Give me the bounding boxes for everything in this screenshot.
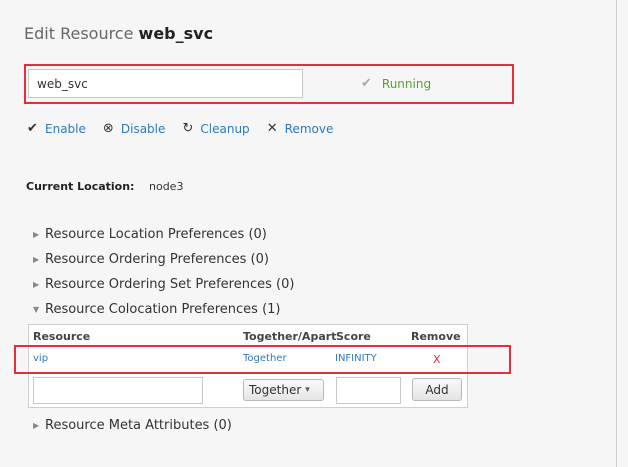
close-icon: ✕ <box>266 121 278 136</box>
add-button[interactable]: Add <box>412 378 462 401</box>
row-score-value: INFINITY <box>335 353 377 364</box>
chevron-down-icon: ▾ <box>305 385 310 395</box>
enable-button[interactable]: ✔ Enable <box>26 121 86 136</box>
enable-label: Enable <box>45 121 86 136</box>
collapsed-arrow-icon: ▶ <box>33 421 40 430</box>
together-apart-selected: Together <box>249 383 302 397</box>
location-preferences-label: Resource Location Preferences (0) <box>45 227 267 242</box>
page-title-resource-name: web_svc <box>138 24 214 43</box>
page-right-border <box>616 0 617 467</box>
status-label: Running <box>381 76 432 91</box>
page-title: Edit Resource web_svc <box>24 24 213 43</box>
colocation-preferences-toggle[interactable]: ▼ Resource Colocation Preferences (1) <box>33 302 281 317</box>
cleanup-button[interactable]: ↻ Cleanup <box>181 121 249 136</box>
resource-name-input[interactable] <box>28 69 303 98</box>
ordering-set-preferences-label: Resource Ordering Set Preferences (0) <box>45 277 295 292</box>
score-input[interactable] <box>336 377 401 404</box>
ordering-preferences-toggle[interactable]: ▶ Resource Ordering Preferences (0) <box>33 252 269 267</box>
action-bar: ✔ Enable ⊗ Disable ↻ Cleanup ✕ Remove <box>26 121 333 136</box>
row-resource-link[interactable]: vip <box>33 353 48 364</box>
collapsed-arrow-icon: ▶ <box>33 280 40 289</box>
new-resource-input[interactable] <box>33 377 203 404</box>
meta-attributes-label: Resource Meta Attributes (0) <box>45 418 232 433</box>
expanded-arrow-icon: ▼ <box>33 305 40 314</box>
remove-label: Remove <box>284 121 334 136</box>
column-header-together: Together/Apart <box>243 330 337 343</box>
cleanup-label: Cleanup <box>200 121 250 136</box>
row-together-value: Together <box>243 353 287 364</box>
column-header-resource: Resource <box>33 330 91 343</box>
collapsed-arrow-icon: ▶ <box>33 255 40 264</box>
collapsed-arrow-icon: ▶ <box>33 230 40 239</box>
refresh-icon: ↻ <box>182 121 194 136</box>
disable-label: Disable <box>120 121 166 136</box>
ordering-preferences-label: Resource Ordering Preferences (0) <box>45 252 269 267</box>
disable-button[interactable]: ⊗ Disable <box>102 121 166 136</box>
meta-attributes-toggle[interactable]: ▶ Resource Meta Attributes (0) <box>33 418 232 433</box>
together-apart-select[interactable]: Together ▾ <box>243 379 324 401</box>
colocation-preferences-label: Resource Colocation Preferences (1) <box>45 302 281 317</box>
column-header-remove: Remove <box>411 330 461 343</box>
current-location-label: Current Location: <box>26 180 135 193</box>
location-preferences-toggle[interactable]: ▶ Resource Location Preferences (0) <box>33 227 267 242</box>
remove-button[interactable]: ✕ Remove <box>266 121 334 136</box>
page-title-prefix: Edit Resource <box>24 24 134 43</box>
check-icon: ✔ <box>361 76 372 91</box>
disable-icon: ⊗ <box>102 121 114 136</box>
resource-status: ✔ Running <box>361 76 431 91</box>
check-icon: ✔ <box>27 121 38 136</box>
current-location-value: node3 <box>149 180 184 193</box>
row-remove-button[interactable]: X <box>433 353 441 366</box>
ordering-set-preferences-toggle[interactable]: ▶ Resource Ordering Set Preferences (0) <box>33 277 294 292</box>
column-header-score: Score <box>336 330 371 343</box>
